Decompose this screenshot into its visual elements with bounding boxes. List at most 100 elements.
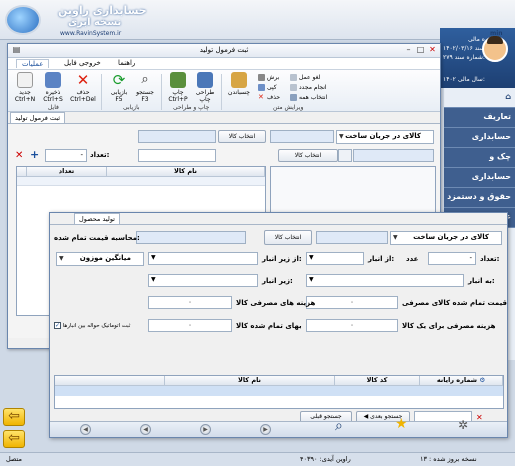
chevron-down-icon: ▼ [309,254,314,261]
chevron-down-icon: ▼ [151,254,156,261]
back-arrow-icon-2[interactable]: ⇦ [3,430,25,448]
window-titlebar[interactable]: ▤ ثبت فرمول تولید – □ ✕ [8,44,440,58]
select-goods-button[interactable]: انتخاب کالا [218,130,266,143]
qty-field-2[interactable]: - [428,252,476,265]
unit-label: عدد [406,255,419,263]
grid-header-computer-no: شماره رایانه ⚙ [420,376,503,386]
cloud-logo-icon [5,5,41,35]
sidebar-item-accounting[interactable]: حسابداری [444,128,515,148]
new-button[interactable]: جدید Ctrl+N [12,72,38,103]
group-edit-label: ویرایش متن [273,104,304,111]
sidebar-item-cheque[interactable]: چک و [444,148,515,168]
sidebar-item-home[interactable]: ⌂ [444,88,515,108]
ribbon-separator [101,74,102,110]
search-magnifier-icon[interactable]: ⌕ [335,418,343,434]
selected-goods-field[interactable] [138,130,216,143]
to-sub-store-label: زیر انبار: [262,277,293,285]
app-menu-icon[interactable]: ▤ [11,45,22,56]
group-refresh-label: بازیابی [123,104,140,111]
search-icon: ⌕ [141,72,149,87]
nav-first-icon[interactable]: ◀ [80,424,91,435]
doc-tab-formula[interactable]: ثبت فرمول تولید [10,112,66,123]
auto-transfer-checkbox[interactable]: ✓ ثبت اتوماتیک حواله بین انبارها [54,322,130,329]
qty-label: تعداد: [90,151,110,159]
select-goods-button-2[interactable]: انتخاب کالا [278,149,338,162]
maximize-icon[interactable]: □ [415,45,426,56]
grid-header-empty [55,376,165,386]
qty-unit-field[interactable] [138,149,216,162]
from-sub-store-select[interactable]: ▼ [148,252,258,265]
product-name-field[interactable] [270,130,334,143]
sidebar-item-accounting-2[interactable]: حسابداری [444,168,515,188]
user-avatar[interactable] [482,36,508,62]
method-combo[interactable]: ▼ میانگین موزون [56,252,144,266]
ribbon-separator [221,74,222,110]
menu-operations[interactable]: عملیات [16,59,50,68]
calc-price-label: محاسبه قیمت تمام شده: [54,234,140,242]
minimize-icon[interactable]: – [403,45,414,56]
consumed-cost-label: قیمت تمام شده کالای مصرفی [402,299,508,307]
to-sub-store-select[interactable]: ▼ [148,274,258,287]
close-icon[interactable]: ✕ [427,45,438,56]
search-button[interactable]: ⌕ جستجو F3 [132,72,158,103]
delete-button[interactable]: ✕ حذف Ctrl+Del [70,72,96,103]
to-store-select[interactable]: ▼ [306,274,464,287]
doc-tab-strip-2: تولید محصول [50,213,507,224]
goods-name-field[interactable] [353,149,434,162]
back-arrow-icon[interactable]: ⇦ [3,408,25,426]
table-row[interactable] [17,177,265,186]
final-price-field[interactable]: ٠ [148,319,232,332]
nav-next-icon[interactable]: ▶ [200,424,211,435]
save-button[interactable]: ذخیره Ctrl+S [40,72,66,103]
from-store-select[interactable]: ▼ [306,252,364,265]
sidebar-item-payroll[interactable]: حقوق و دستمزد [444,188,515,208]
select-goods-button-3[interactable]: انتخاب کالا [264,230,312,245]
table-row[interactable] [55,386,503,396]
product-field-2[interactable] [316,231,388,244]
menu-bar: عملیات خروجی فایل راهنما [8,58,440,70]
product-combo-2[interactable]: ▼ کالای در جریان ساخت [390,231,502,245]
settings-icon[interactable]: ✲ [458,418,468,432]
qty-label-2: تعداد: [480,255,500,263]
menu-help[interactable]: راهنما [118,59,135,67]
product-combo[interactable]: ▼ کالای در جریان ساخت [336,130,434,144]
doc-tab-manufacture[interactable]: تولید محصول [74,213,120,224]
remove-row-icon[interactable]: ✕ [15,150,23,161]
redo-button[interactable]: انجام مجدد [290,84,327,91]
unit-cost-field[interactable]: ٠ [306,319,398,332]
window-title: ثبت فرمول تولید [199,46,249,54]
grid-row-header [17,167,27,177]
calc-price-field[interactable] [136,231,246,244]
cut-button[interactable]: برش [258,74,279,81]
print-button[interactable]: چاپ Ctrl+P [165,72,191,103]
logo-title: حسابداری راوین [58,4,147,17]
nav-prev-icon[interactable]: ◀ [140,424,151,435]
goods-code-field[interactable] [338,149,352,162]
chevron-down-icon: ▼ [393,234,398,241]
paste-button[interactable]: چسباندن [226,72,252,96]
ribbon-separator [161,74,162,110]
doc-number: ۲۷۹ شماره سند: [443,54,485,61]
manufacture-form: ▼ کالای در جریان ساخت انتخاب کالا محاسبه … [50,224,508,423]
delete-text-button[interactable]: ✕ حذف [258,94,280,102]
undo-button[interactable]: لغو عمل [290,74,320,81]
consumed-cost-field[interactable]: ٠ [306,296,398,309]
settings-gear-icon[interactable]: ⚙ [479,376,485,384]
qty-field[interactable]: - [45,149,87,162]
status-bar: متصل راوین آیدی: ۴۰۳۹۰ نسخه بروز شده : ۱… [0,452,515,466]
copy-button[interactable]: کپی [258,84,277,91]
home-icon: ⌂ [505,92,511,101]
nav-last-icon[interactable]: ▶ [260,424,271,435]
manufacture-grid[interactable]: نام کالا کد کالا شماره رایانه ⚙ [54,375,504,409]
version-label: نسخه بروز شده : ۱۳ [420,455,477,463]
consumed-cost2-field[interactable]: ٠ [148,296,232,309]
design-button[interactable]: طراحی چاپ [192,72,218,103]
add-row-icon[interactable]: + [30,148,39,161]
favorite-star-icon[interactable]: ★ [395,416,408,432]
ribbon: جدید Ctrl+N ذخیره Ctrl+S ✕ حذف Ctrl+Del ⟳ باز… [8,70,440,112]
menu-export[interactable]: خروجی فایل [64,59,101,67]
connection-status: متصل [6,455,23,463]
select-all-button[interactable]: انتخاب همه [290,94,327,101]
refresh-button[interactable]: ⟳ بازیابی F5 [106,72,132,103]
sidebar-item-definitions[interactable]: تعاریف [444,108,515,128]
